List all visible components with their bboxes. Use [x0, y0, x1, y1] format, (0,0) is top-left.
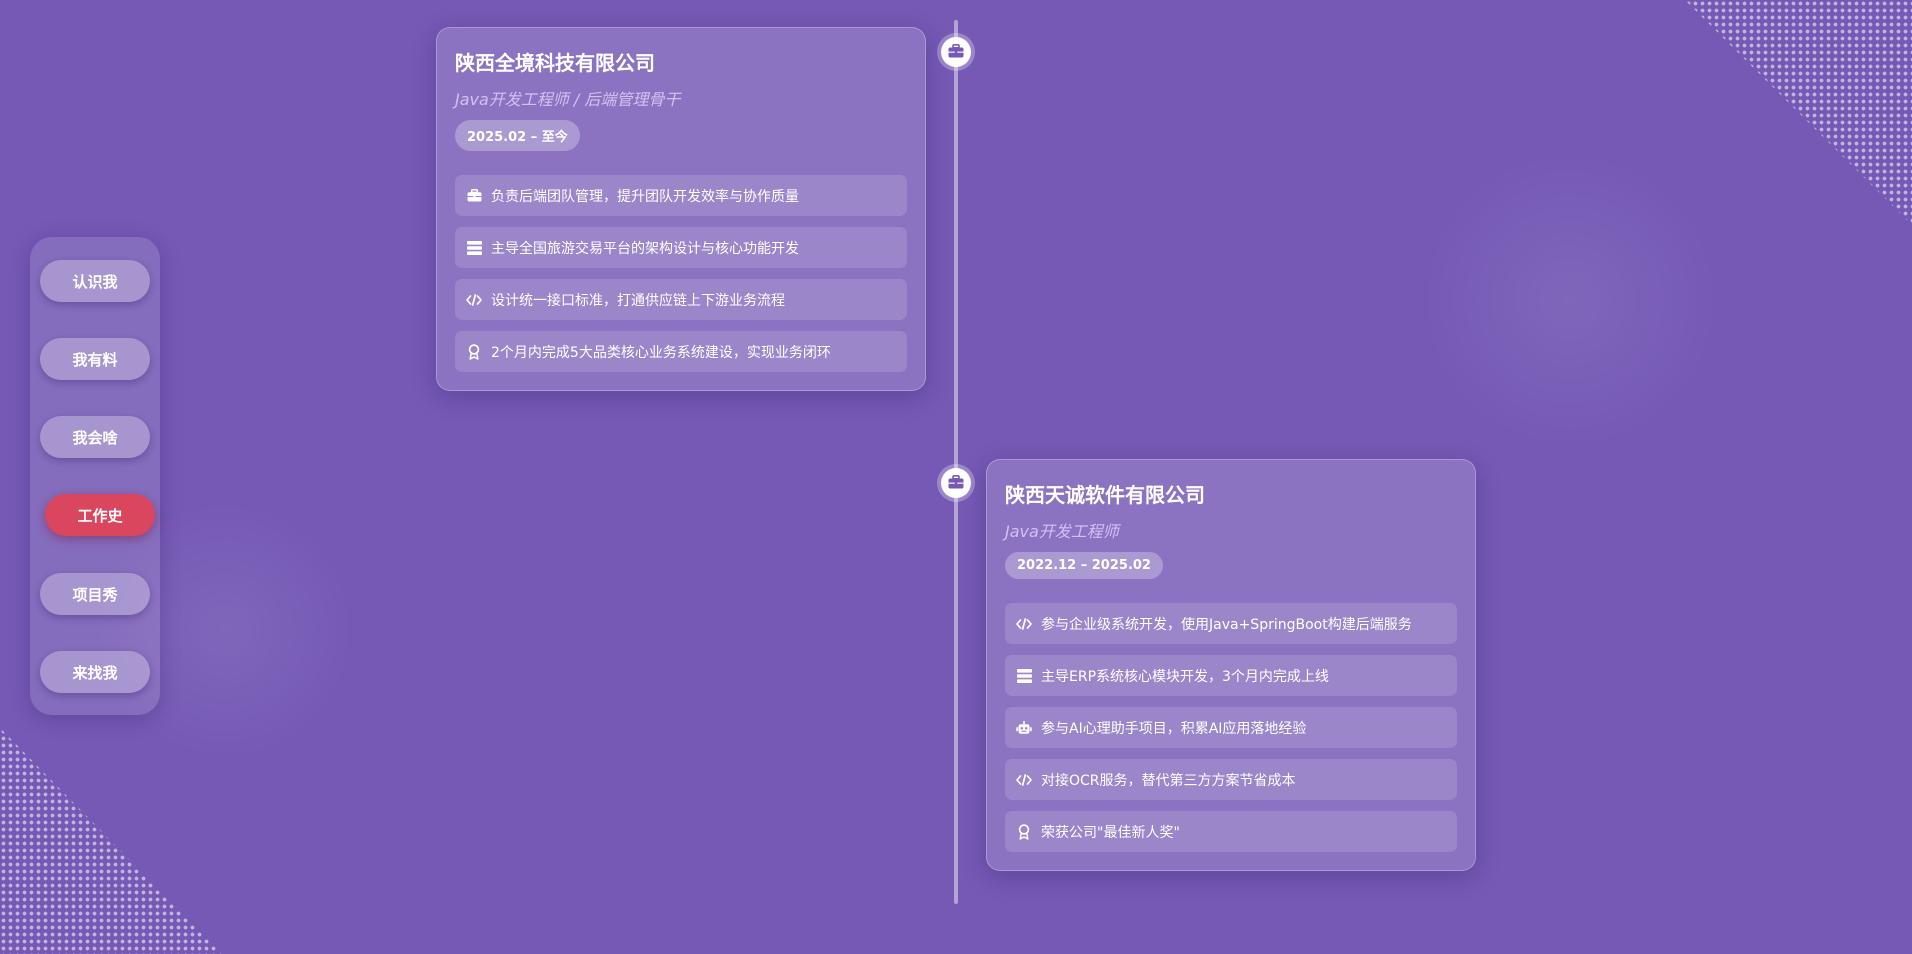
list-item: 荣获公司"最佳新人奖" — [1005, 811, 1457, 852]
job-responsibilities: 参与企业级系统开发，使用Java+SpringBoot构建后端服务 主导ERP系… — [1005, 603, 1457, 852]
code-icon — [466, 292, 482, 308]
briefcase-icon — [948, 43, 964, 62]
nav-item-projects[interactable]: 项目秀 — [40, 573, 150, 615]
award-icon — [1016, 823, 1032, 840]
list-item: 主导ERP系统核心模块开发，3个月内完成上线 — [1005, 655, 1457, 696]
job-period-badge: 2025.02 – 至今 — [455, 120, 580, 151]
company-name: 陕西全境科技有限公司 — [455, 51, 655, 75]
job-role: Java开发工程师 — [1005, 522, 1119, 541]
briefcase-icon — [466, 188, 482, 204]
dot-pattern-bottom-left — [0, 728, 222, 954]
side-nav: 认识我 我有料 我会啥 工作史 项目秀 来找我 — [30, 237, 160, 715]
job-card: 陕西天诚软件有限公司 Java开发工程师 2022.12 – 2025.02 参… — [986, 459, 1476, 871]
code-icon — [1016, 772, 1032, 788]
list-item-text: 主导ERP系统核心模块开发，3个月内完成上线 — [1041, 668, 1329, 685]
nav-item-education[interactable]: 我有料 — [40, 338, 150, 380]
job-card: 陕西全境科技有限公司 Java开发工程师 / 后端管理骨干 2025.02 – … — [436, 27, 926, 391]
job-role: Java开发工程师 / 后端管理骨干 — [455, 90, 681, 109]
list-item-text: 参与企业级系统开发，使用Java+SpringBoot构建后端服务 — [1041, 616, 1412, 633]
list-item-text: 负责后端团队管理，提升团队开发效率与协作质量 — [491, 188, 799, 205]
list-item-text: 2个月内完成5大品类核心业务系统建设，实现业务闭环 — [491, 344, 831, 361]
list-item: 参与AI心理助手项目，积累AI应用落地经验 — [1005, 707, 1457, 748]
list-item-text: 参与AI心理助手项目，积累AI应用落地经验 — [1041, 720, 1307, 737]
list-item-text: 设计统一接口标准，打通供应链上下游业务流程 — [491, 292, 785, 309]
list-item-text: 荣获公司"最佳新人奖" — [1041, 824, 1180, 841]
list-item: 参与企业级系统开发，使用Java+SpringBoot构建后端服务 — [1005, 603, 1457, 644]
page: 认识我 我有料 我会啥 工作史 项目秀 来找我 陕西全境科技有限公司 Java开… — [0, 0, 1912, 954]
list-item-text: 对接OCR服务，替代第三方方案节省成本 — [1041, 772, 1296, 789]
dot-pattern-top-right — [1685, 0, 1912, 225]
nav-item-work-history[interactable]: 工作史 — [45, 494, 155, 536]
timeline-node — [941, 468, 971, 498]
server-icon — [1016, 668, 1032, 684]
list-item: 主导全国旅游交易平台的架构设计与核心功能开发 — [455, 227, 907, 268]
timeline-line — [954, 20, 958, 904]
background-glow — [1420, 150, 1720, 450]
award-icon — [466, 343, 482, 360]
job-period-badge: 2022.12 – 2025.02 — [1005, 552, 1163, 579]
nav-item-skills[interactable]: 我会啥 — [40, 416, 150, 458]
job-responsibilities: 负责后端团队管理，提升团队开发效率与协作质量 主导全国旅游交易平台的架构设计与核… — [455, 175, 907, 372]
company-name: 陕西天诚软件有限公司 — [1005, 483, 1205, 507]
code-icon — [1016, 616, 1032, 632]
robot-icon — [1016, 720, 1032, 736]
nav-item-contact[interactable]: 来找我 — [40, 651, 150, 693]
briefcase-icon — [948, 474, 964, 493]
list-item: 对接OCR服务，替代第三方方案节省成本 — [1005, 759, 1457, 800]
server-icon — [466, 240, 482, 256]
list-item: 负责后端团队管理，提升团队开发效率与协作质量 — [455, 175, 907, 216]
timeline-node — [941, 37, 971, 67]
nav-item-about[interactable]: 认识我 — [40, 260, 150, 302]
list-item: 2个月内完成5大品类核心业务系统建设，实现业务闭环 — [455, 331, 907, 372]
list-item: 设计统一接口标准，打通供应链上下游业务流程 — [455, 279, 907, 320]
list-item-text: 主导全国旅游交易平台的架构设计与核心功能开发 — [491, 240, 799, 257]
